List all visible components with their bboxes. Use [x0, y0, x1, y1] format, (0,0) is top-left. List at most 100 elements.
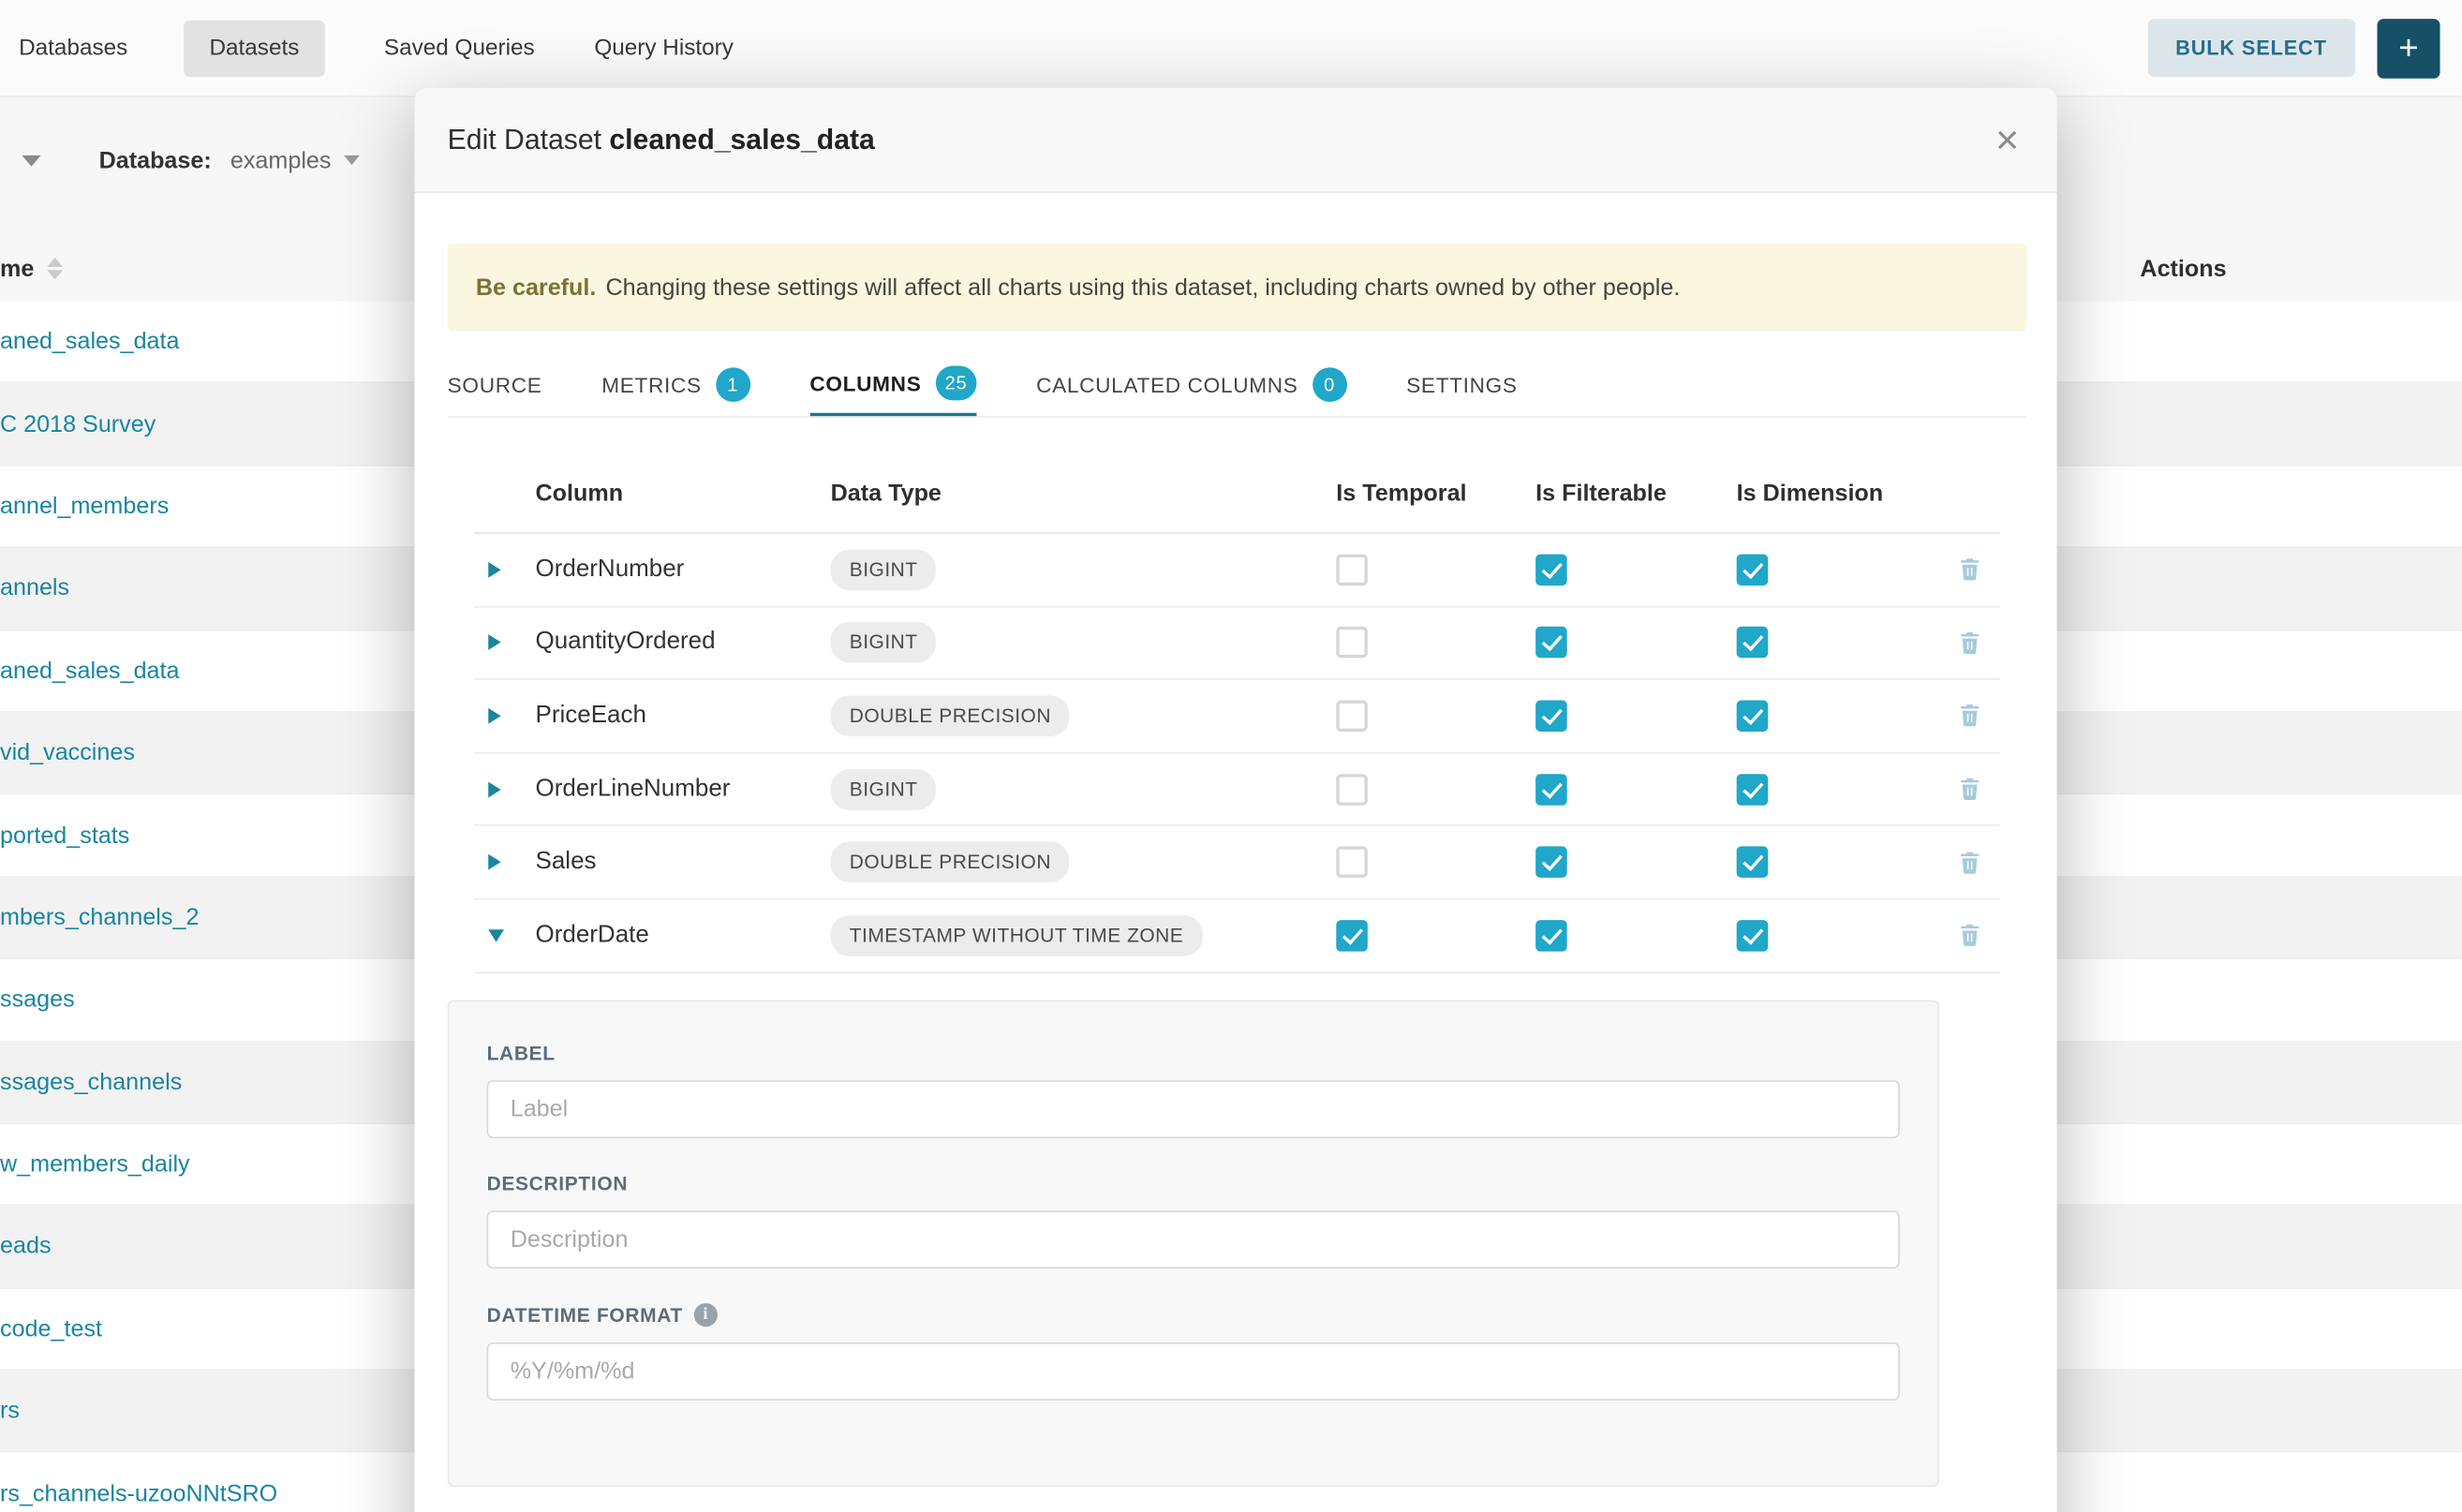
dataset-link[interactable]: aned_sales_data	[0, 329, 180, 355]
label-field-label-text: LABEL	[487, 1043, 556, 1064]
is-dimension-checkbox[interactable]	[1737, 774, 1769, 806]
datetime-format-field-label-text: DATETIME FORMAT	[487, 1304, 683, 1326]
nav-tab-datasets[interactable]: Datasets	[185, 20, 325, 76]
description-input[interactable]	[487, 1210, 1900, 1268]
app: Databases Datasets Saved Queries Query Hist…	[0, 0, 2462, 1512]
label-field-group: LABEL	[487, 1043, 1900, 1138]
filter-bar: Database: examples	[22, 135, 359, 185]
column-row: QuantityOrderedBIGINT	[474, 607, 2000, 680]
column-header-column: Column	[536, 481, 831, 507]
column-name: OrderLineNumber	[536, 775, 831, 803]
tab-source[interactable]: SOURCE	[448, 353, 542, 416]
tab-metrics[interactable]: METRICS 1	[601, 353, 749, 416]
column-row: OrderNumberBIGINT	[474, 534, 2000, 607]
dataset-link[interactable]: mbers_channels_2	[0, 904, 199, 930]
dataset-link[interactable]: ssages_channels	[0, 1069, 182, 1095]
dataset-link[interactable]: annel_members	[0, 493, 169, 519]
is-filterable-checkbox[interactable]	[1535, 554, 1567, 586]
bulk-select-button[interactable]: BULK SELECT	[2147, 19, 2355, 77]
nav-tab-query-history[interactable]: Query History	[594, 36, 734, 61]
expand-caret-icon[interactable]	[488, 708, 500, 724]
dataset-link[interactable]: rs	[0, 1398, 20, 1424]
expand-caret-icon[interactable]	[488, 562, 500, 578]
delete-column-button[interactable]	[1957, 851, 1980, 874]
delete-column-button[interactable]	[1957, 704, 1980, 728]
is-temporal-checkbox[interactable]	[1336, 700, 1368, 732]
dataset-link[interactable]: w_members_daily	[0, 1151, 190, 1178]
tab-columns[interactable]: COLUMNS 25	[809, 353, 976, 416]
column-row: OrderLineNumberBIGINT	[474, 753, 2000, 826]
is-temporal-checkbox[interactable]	[1336, 920, 1368, 952]
database-filter-value[interactable]: examples	[230, 147, 332, 173]
tab-calculated-columns[interactable]: CALCULATED COLUMNS0	[1036, 353, 1346, 416]
data-type-pill: BIGINT	[831, 622, 937, 663]
name-column-header[interactable]: me	[0, 255, 34, 281]
delete-column-button[interactable]	[1957, 778, 1980, 801]
column-name: Sales	[536, 848, 831, 876]
tab-settings[interactable]: SETTINGS	[1406, 353, 1518, 416]
modal-title: Edit Datasetcleaned_sales_data	[448, 124, 875, 156]
info-icon[interactable]	[694, 1303, 718, 1327]
expand-caret-icon[interactable]	[488, 781, 500, 797]
is-filterable-checkbox[interactable]	[1535, 774, 1567, 806]
dataset-link[interactable]: eads	[0, 1233, 52, 1259]
expand-caret-icon[interactable]	[488, 635, 500, 651]
dataset-link[interactable]: aned_sales_data	[0, 658, 180, 684]
dataset-link[interactable]: annels	[0, 575, 69, 601]
is-temporal-checkbox[interactable]	[1336, 774, 1368, 806]
delete-column-button[interactable]	[1957, 924, 1980, 947]
datetime-format-field-group: DATETIME FORMAT	[487, 1303, 1900, 1401]
data-type-pill: DOUBLE PRECISION	[831, 695, 1071, 736]
is-dimension-checkbox[interactable]	[1737, 920, 1769, 952]
is-filterable-checkbox[interactable]	[1535, 847, 1567, 879]
sort-icon[interactable]	[47, 258, 63, 279]
warning-banner-bold: Be careful.	[476, 274, 597, 300]
actions-column-header: Actions	[2140, 255, 2226, 281]
is-temporal-checkbox[interactable]	[1336, 554, 1368, 586]
tab-count-badge: 0	[1313, 367, 1347, 402]
delete-column-button[interactable]	[1957, 631, 1980, 655]
dataset-link[interactable]: vid_vaccines	[0, 740, 135, 766]
tab-count-badge: 1	[716, 367, 750, 402]
datetime-format-input[interactable]	[487, 1342, 1900, 1401]
dataset-link[interactable]: rs_channels-uzooNNtSRO	[0, 1480, 277, 1506]
dataset-link[interactable]: ssages	[0, 986, 75, 1013]
nav-tab-databases[interactable]: Databases	[19, 36, 127, 61]
is-filterable-checkbox[interactable]	[1535, 700, 1567, 732]
label-input[interactable]	[487, 1080, 1900, 1138]
columns-table-header: ColumnData TypeIs TemporalIs FilterableI…	[474, 455, 2000, 534]
top-navigation: Databases Datasets Saved Queries Query Hist…	[0, 0, 2462, 97]
modal-tabs: SOURCE METRICS 1 COLUMNS 25 CALCULATED COLUMN…	[448, 353, 2027, 418]
data-type-pill: BIGINT	[831, 769, 937, 810]
tab-count-badge: 25	[936, 366, 977, 401]
is-dimension-checkbox[interactable]	[1737, 847, 1769, 879]
expand-caret-icon[interactable]	[488, 854, 500, 870]
tab-label: COLUMNS	[809, 371, 921, 394]
add-dataset-button[interactable]: +	[2377, 18, 2440, 78]
is-temporal-checkbox[interactable]	[1336, 627, 1368, 659]
dataset-link[interactable]: C 2018 Survey	[0, 410, 156, 437]
dataset-link[interactable]: ported_stats	[0, 822, 129, 848]
columns-table-body: OrderNumberBIGINTQuantityOrderedBIGINTPr…	[474, 534, 2000, 973]
collapse-caret-icon[interactable]	[488, 929, 504, 941]
column-header-is-dimension: Is Dimension	[1737, 481, 1938, 507]
is-filterable-checkbox[interactable]	[1535, 920, 1567, 952]
is-dimension-checkbox[interactable]	[1737, 700, 1769, 732]
is-dimension-checkbox[interactable]	[1737, 627, 1769, 659]
datetime-format-field-label: DATETIME FORMAT	[487, 1303, 1900, 1327]
is-temporal-checkbox[interactable]	[1336, 847, 1368, 879]
dataset-link[interactable]: code_test	[0, 1315, 102, 1342]
data-type-pill: BIGINT	[831, 549, 937, 590]
close-icon[interactable]: ×	[1995, 119, 2019, 160]
is-filterable-checkbox[interactable]	[1535, 627, 1567, 659]
nav-tab-saved-queries[interactable]: Saved Queries	[384, 36, 535, 61]
description-field-label-text: DESCRIPTION	[487, 1173, 629, 1194]
column-name: QuantityOrdered	[536, 629, 831, 657]
column-row: SalesDOUBLE PRECISION	[474, 826, 2000, 899]
tab-label: METRICS	[601, 373, 702, 396]
delete-column-button[interactable]	[1957, 557, 1980, 581]
label-field-label: LABEL	[487, 1043, 1900, 1064]
chevron-down-icon[interactable]	[22, 155, 40, 166]
column-row: PriceEachDOUBLE PRECISION	[474, 680, 2000, 753]
is-dimension-checkbox[interactable]	[1737, 554, 1769, 586]
